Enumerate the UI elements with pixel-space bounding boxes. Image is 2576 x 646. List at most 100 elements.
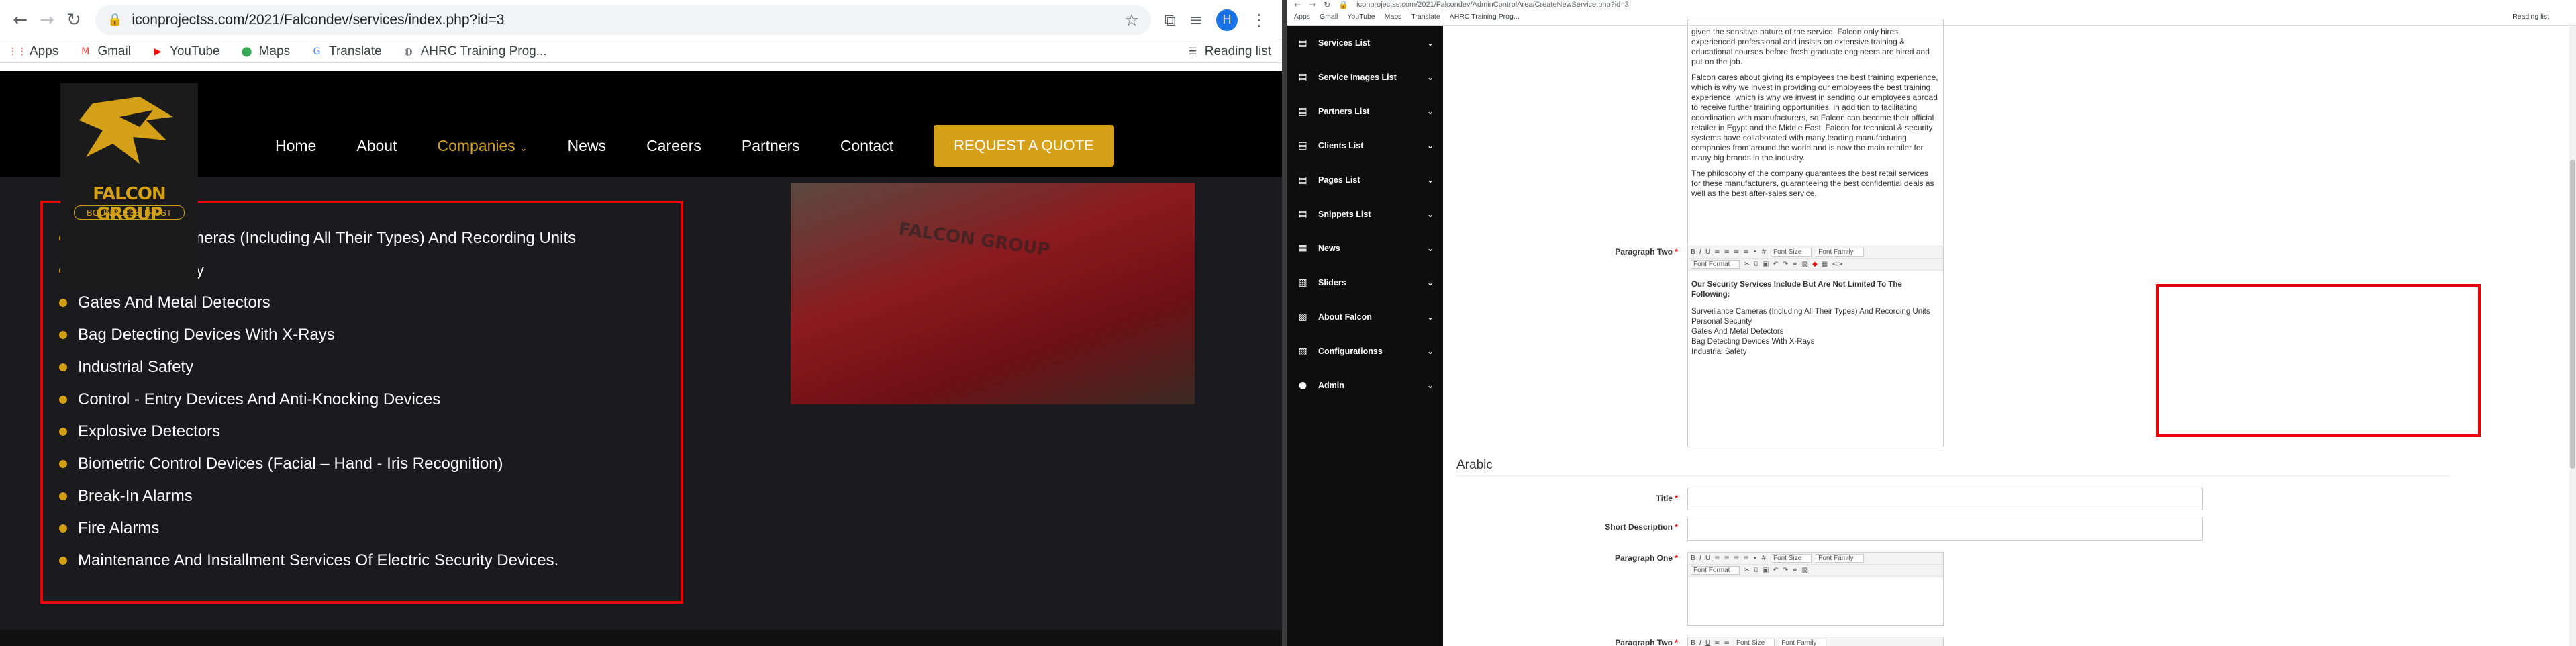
bookmark-2[interactable]: ▶ YouTube <box>151 44 220 59</box>
nav-news[interactable]: News <box>568 137 607 155</box>
bookmark-4[interactable]: G Translate <box>310 44 382 59</box>
arabic-short-description-input[interactable] <box>1687 518 2203 541</box>
sidebar-item-partners-list[interactable]: ▤ Partners List ⌄ <box>1287 94 1443 128</box>
reload-icon[interactable]: ↻ <box>62 8 86 32</box>
sidebar-item-services-list[interactable]: ▤ Services List ⌄ <box>1287 26 1443 60</box>
undo-icon[interactable]: ↶ <box>1773 567 1778 574</box>
nav-companies[interactable]: Companies ⌄ <box>437 137 527 155</box>
font-family-select[interactable]: Font Family <box>1779 639 1827 646</box>
number-list-icon[interactable]: # <box>1761 555 1767 562</box>
justify-icon[interactable]: ≡ <box>1743 248 1748 256</box>
bookmark-2[interactable]: YouTube <box>1347 13 1375 21</box>
profile-avatar[interactable]: H <box>1216 9 1238 31</box>
url-text[interactable]: iconprojectss.com/2021/Falcondev/AdminCo… <box>1356 1 1629 9</box>
bold-icon[interactable]: B <box>1691 639 1695 646</box>
italic-icon[interactable]: I <box>1699 248 1701 256</box>
align-left-icon[interactable]: ≡ <box>1714 555 1720 562</box>
url-text[interactable]: iconprojectss.com/2021/Falcondev/service… <box>132 12 1124 28</box>
paragraph-two-editor[interactable]: B I U ≡ ≡ ≡ ≡ • # Font Size Font Family … <box>1687 246 1944 447</box>
italic-icon[interactable]: I <box>1699 639 1701 646</box>
underline-icon[interactable]: U <box>1705 248 1710 256</box>
paste-icon[interactable]: ▣ <box>1763 567 1769 574</box>
font-family-select[interactable]: Font Family <box>1816 554 1864 563</box>
bookmark-0[interactable]: ⋮⋮ Apps <box>8 44 58 59</box>
sidebar-item-pages-list[interactable]: ▤ Pages List ⌄ <box>1287 163 1443 197</box>
color-icon[interactable]: ◆ <box>1812 261 1818 268</box>
underline-icon[interactable]: U <box>1705 555 1710 562</box>
nav-partners[interactable]: Partners <box>742 137 800 155</box>
nav-careers[interactable]: Careers <box>646 137 701 155</box>
justify-icon[interactable]: ≡ <box>1743 555 1748 562</box>
sidebar-item-sliders[interactable]: ▨ Sliders ⌄ <box>1287 265 1443 299</box>
paste-icon[interactable]: ▣ <box>1763 261 1769 268</box>
reading-queue-icon[interactable]: ≡ <box>1189 11 1203 30</box>
page-scrollbar[interactable] <box>2569 26 2576 646</box>
back-icon[interactable]: ← <box>1294 0 1301 9</box>
link-icon[interactable]: ⚭ <box>1792 261 1797 268</box>
align-center-icon[interactable]: ≡ <box>1724 248 1730 256</box>
reading-list[interactable]: ☰ Reading list <box>1186 44 1271 59</box>
image-icon[interactable]: ▨ <box>1802 567 1808 574</box>
sidebar-item-configurationss[interactable]: ▨ Configurationss ⌄ <box>1287 334 1443 368</box>
arabic-paragraph-one-editor[interactable]: B I U ≡ ≡ ≡ ≡ • # Font Size Font Family … <box>1687 552 1944 626</box>
undo-icon[interactable]: ↶ <box>1773 261 1778 268</box>
sidebar-item-snippets-list[interactable]: ▤ Snippets List ⌄ <box>1287 197 1443 231</box>
align-right-icon[interactable]: ≡ <box>1734 555 1739 562</box>
bookmark-1[interactable]: M Gmail <box>79 44 131 59</box>
back-icon[interactable]: ← <box>8 8 32 32</box>
link-icon[interactable]: ⚭ <box>1792 567 1797 574</box>
bookmark-5[interactable]: ◍ AHRC Training Prog... <box>402 44 546 59</box>
copy-icon[interactable]: ⧉ <box>1754 261 1758 268</box>
paragraph-one-text[interactable]: given the sensitive nature of the servic… <box>1691 27 1940 204</box>
sidebar-item-service-images-list[interactable]: ▤ Service Images List ⌄ <box>1287 60 1443 94</box>
sidebar-item-about-falcon[interactable]: ▨ About Falcon ⌄ <box>1287 299 1443 334</box>
align-right-icon[interactable]: ≡ <box>1734 248 1739 256</box>
address-bar[interactable]: 🔒 iconprojectss.com/2021/Falcondev/servi… <box>95 5 1151 35</box>
underline-icon[interactable]: U <box>1705 639 1710 646</box>
bullet-list-icon[interactable]: • <box>1753 555 1757 562</box>
nav-home[interactable]: Home <box>275 137 316 155</box>
font-size-select[interactable]: Font Size <box>1733 639 1775 646</box>
paragraph-two-body[interactable]: Our Security Services Include But Are No… <box>1688 271 1943 361</box>
arabic-title-input[interactable] <box>1687 488 2203 510</box>
falcon-group-logo[interactable]: FALCON GROUP BOUNDLESS TRUST <box>60 83 198 291</box>
nav-contact[interactable]: Contact <box>840 137 893 155</box>
forward-icon[interactable]: → <box>1309 0 1316 9</box>
align-left-icon[interactable]: ≡ <box>1714 639 1720 646</box>
cut-icon[interactable]: ✂ <box>1744 567 1749 574</box>
arabic-paragraph-two-editor[interactable]: B I U ≡ ≡ Font Size Font Family <box>1687 637 1944 646</box>
font-family-select[interactable]: Font Family <box>1816 248 1864 257</box>
sidebar-item-clients-list[interactable]: ▤ Clients List ⌄ <box>1287 128 1443 163</box>
align-center-icon[interactable]: ≡ <box>1724 555 1730 562</box>
bookmark-3[interactable]: Maps <box>1385 13 1402 21</box>
sidebar-item-admin[interactable]: ● Admin ⌄ <box>1287 368 1443 402</box>
italic-icon[interactable]: I <box>1699 555 1701 562</box>
bookmark-0[interactable]: Apps <box>1294 13 1310 21</box>
font-size-select[interactable]: Font Size <box>1771 554 1812 563</box>
code-icon[interactable]: <> <box>1832 261 1843 268</box>
bookmark-5[interactable]: AHRC Training Prog... <box>1450 13 1520 21</box>
cut-icon[interactable]: ✂ <box>1744 261 1749 268</box>
font-size-select[interactable]: Font Size <box>1771 248 1812 257</box>
number-list-icon[interactable]: # <box>1761 248 1767 256</box>
font-format-select[interactable]: Font Format <box>1691 566 1740 575</box>
sidebar-item-news[interactable]: ▦ News ⌄ <box>1287 231 1443 265</box>
copy-icon[interactable]: ⧉ <box>1754 567 1758 574</box>
reload-icon[interactable]: ↻ <box>1324 0 1330 9</box>
table-icon[interactable]: ▦ <box>1822 261 1828 268</box>
request-quote-button[interactable]: REQUEST A QUOTE <box>934 125 1114 167</box>
image-icon[interactable]: ▨ <box>1802 261 1808 268</box>
forward-icon[interactable]: → <box>35 8 59 32</box>
bold-icon[interactable]: B <box>1691 555 1695 562</box>
more-menu-icon[interactable]: ⋮ <box>1251 11 1267 30</box>
redo-icon[interactable]: ↷ <box>1783 261 1788 268</box>
scrollbar-thumb[interactable] <box>2570 160 2575 469</box>
bookmark-star-icon[interactable]: ☆ <box>1124 11 1139 30</box>
bookmark-1[interactable]: Gmail <box>1320 13 1338 21</box>
bullet-list-icon[interactable]: • <box>1753 248 1757 256</box>
bookmark-4[interactable]: Translate <box>1411 13 1440 21</box>
bold-icon[interactable]: B <box>1691 248 1695 256</box>
font-format-select[interactable]: Font Format <box>1691 260 1740 269</box>
bookmark-3[interactable]: ⬤ Maps <box>240 44 290 59</box>
nav-about[interactable]: About <box>356 137 397 155</box>
